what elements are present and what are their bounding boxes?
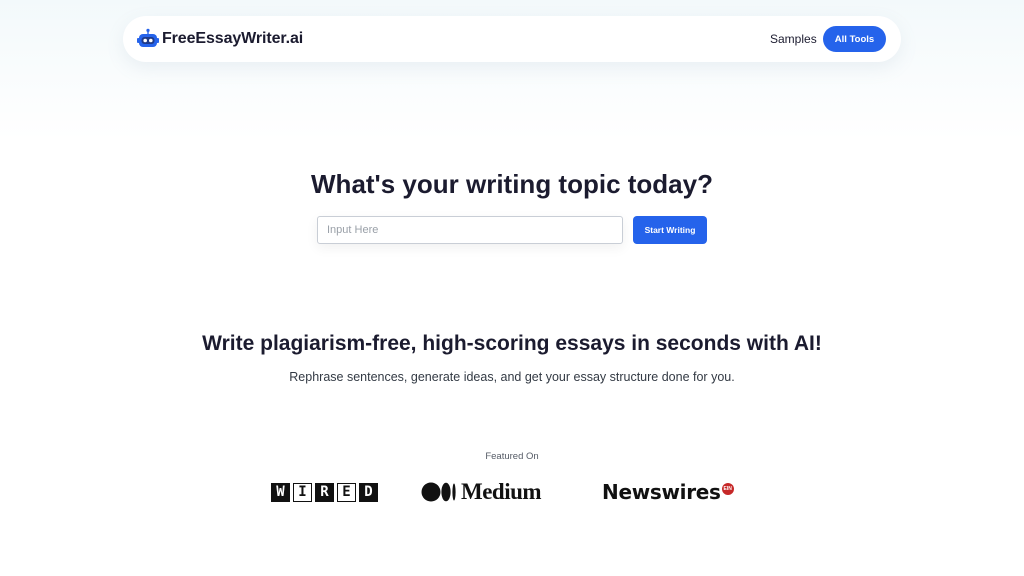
brand-name: FreeEssayWriter.ai [162,30,304,47]
page-title: What's your writing topic today? [311,169,713,199]
wired-letter: E [337,483,356,502]
all-tools-button[interactable]: All Tools [823,26,886,52]
wired-letter: I [293,483,312,502]
tagline-subtext: Rephrase sentences, generate ideas, and … [289,370,735,384]
medium-logo-icon [421,482,456,502]
newswires-wordmark: Newswires [602,480,721,504]
featured-on-label: Featured On [485,451,539,462]
wired-letter: R [315,483,334,502]
medium-wordmark: Medium [461,479,542,504]
ein-badge: EIN [721,483,734,495]
samples-link[interactable]: Samples [770,31,817,47]
medium-logo: Medium [421,479,542,504]
navbar: FreeEssayWriter.ai Samples All Tools [123,16,901,62]
tagline-headline: Write plagiarism-free, high-scoring essa… [202,332,822,355]
wired-letter: W [271,483,290,502]
wired-letter: D [359,483,378,502]
topic-input[interactable] [317,216,623,244]
start-writing-button[interactable]: Start Writing [633,216,707,244]
robot-icon [137,28,159,47]
wired-logo: W I R E D [271,483,381,502]
newswires-logo: Newswires EIN [602,480,734,504]
brand-link[interactable]: FreeEssayWriter.ai [137,26,303,52]
